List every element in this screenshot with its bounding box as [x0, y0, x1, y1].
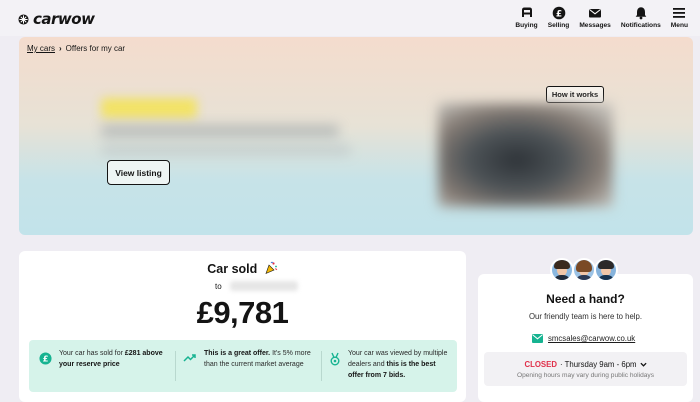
- breadcrumb-current: Offers for my car: [65, 44, 126, 53]
- award-medal-icon: [330, 352, 340, 366]
- sold-title: Car sold: [207, 262, 258, 276]
- chevron-right-icon: ›: [59, 44, 62, 53]
- opening-hours-toggle[interactable]: CLOSED · Thursday 9am - 6pm: [484, 360, 687, 369]
- nav-label: Messages: [579, 22, 611, 29]
- party-popper-icon: [265, 261, 277, 275]
- envelope-icon: [589, 9, 602, 18]
- nav-label: Buying: [515, 22, 538, 29]
- chevron-down-icon: [639, 362, 647, 367]
- carwow-logo[interactable]: carwow: [18, 10, 95, 28]
- nav-menu[interactable]: Menu: [671, 6, 688, 29]
- nav-selling[interactable]: £ Selling: [547, 6, 570, 29]
- top-header: carwow Buying £ Selling Messages Notific…: [0, 0, 700, 36]
- to-label: to: [215, 281, 222, 291]
- help-email-address: smcsales@carwow.co.uk: [548, 334, 636, 343]
- hours-text: · Thursday 9am - 6pm: [559, 360, 637, 369]
- breadcrumb: My cars › Offers for my car: [27, 44, 125, 53]
- pound-coin-icon: £: [552, 6, 565, 19]
- info-text: Your car has sold for £281 above your re…: [59, 350, 163, 368]
- nav-label: Selling: [547, 22, 570, 29]
- car-hero-panel: My cars › Offers for my car View listing…: [19, 37, 693, 235]
- svg-text:£: £: [555, 9, 561, 19]
- divider: [321, 351, 322, 381]
- nav-buying[interactable]: Buying: [515, 6, 538, 29]
- logo-mark-icon: [18, 13, 29, 25]
- how-it-works-button[interactable]: How it works: [546, 86, 604, 103]
- blurred-status-badge: [101, 98, 197, 118]
- avatar: [594, 258, 618, 282]
- nav-label: Notifications: [620, 22, 661, 29]
- hours-note: Opening hours may vary during public hol…: [516, 372, 655, 379]
- car-sold-card: Car sold to £9,781 £ Your car has sold f…: [19, 251, 466, 402]
- info-item-market: This is a great offer. It's 5% more than…: [183, 348, 315, 370]
- blurred-car-title: [101, 125, 339, 137]
- bell-icon: [635, 7, 647, 20]
- help-title: Need a hand?: [546, 292, 625, 306]
- avatar: [572, 258, 596, 282]
- avatar: [550, 258, 574, 282]
- brand-name: carwow: [33, 10, 95, 28]
- nav-label: Menu: [670, 22, 688, 29]
- buyer-row: to: [215, 281, 298, 291]
- breadcrumb-my-cars[interactable]: My cars: [27, 44, 55, 53]
- info-item-bids: Your car was viewed by multiple dealers …: [329, 348, 451, 381]
- blurred-buyer-name: [229, 281, 298, 291]
- nav-notifications[interactable]: Notifications: [621, 6, 661, 29]
- hamburger-icon: [673, 8, 686, 18]
- email-icon: [532, 334, 543, 343]
- support-team-avatars: [550, 258, 618, 282]
- main-nav: Buying £ Selling Messages Notifications …: [515, 6, 688, 29]
- info-item-reserve: £ Your car has sold for £281 above your …: [39, 348, 163, 370]
- svg-text:£: £: [43, 354, 49, 364]
- info-text: This is a great offer. It's 5% more than…: [204, 350, 311, 368]
- blurred-car-details: [101, 145, 351, 155]
- view-listing-button[interactable]: View listing: [107, 160, 170, 185]
- divider: [175, 351, 176, 381]
- steering-wheel-icon: [521, 7, 532, 17]
- info-text: Your car was viewed by multiple dealers …: [348, 350, 448, 379]
- offer-info-bar: £ Your car has sold for £281 above your …: [29, 340, 457, 392]
- help-email-link[interactable]: smcsales@carwow.co.uk: [532, 334, 635, 343]
- blurred-car-photo: [438, 103, 613, 207]
- sold-heading: Car sold: [19, 261, 466, 276]
- help-subtitle: Our friendly team is here to help.: [528, 312, 643, 321]
- pound-circle-icon: £: [39, 352, 52, 365]
- trending-up-icon: [183, 354, 196, 362]
- opening-hours-box: CLOSED · Thursday 9am - 6pm Opening hour…: [484, 352, 687, 386]
- nav-messages[interactable]: Messages: [579, 6, 611, 29]
- status-badge: CLOSED: [524, 360, 557, 369]
- sold-price: £9,781: [196, 295, 289, 330]
